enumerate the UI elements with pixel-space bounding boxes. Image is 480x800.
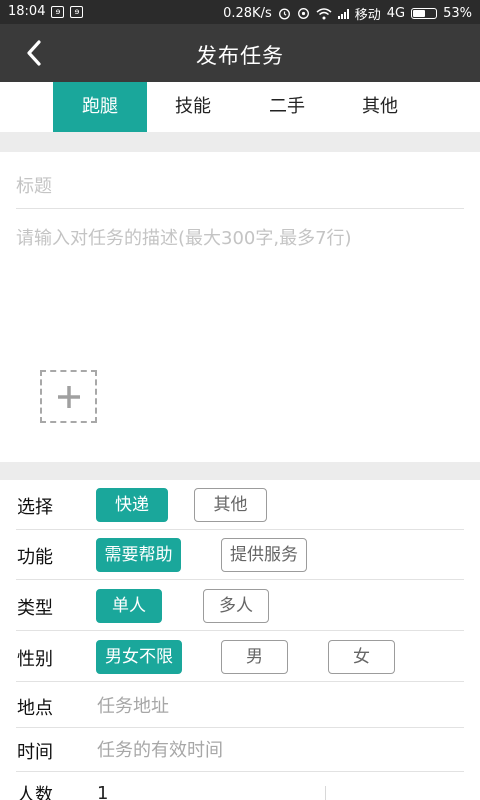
divider — [16, 681, 464, 682]
row-function: 功能 需要帮助 提供服务 — [0, 530, 480, 580]
location-input[interactable] — [97, 691, 457, 721]
row-label: 地点 — [17, 698, 53, 719]
sync-icon — [297, 8, 309, 19]
row-label: 选择 — [17, 497, 53, 518]
row-label: 功能 — [17, 547, 53, 568]
description-input[interactable] — [16, 224, 464, 344]
page-title: 发布任务 — [196, 44, 284, 68]
time-input[interactable] — [97, 735, 457, 765]
task-input-card — [0, 152, 480, 462]
row-label: 时间 — [17, 742, 53, 763]
option-express[interactable]: 快递 — [96, 488, 168, 522]
row-gender: 性别 男女不限 男 女 — [0, 632, 480, 682]
option-multiple[interactable]: 多人 — [203, 589, 269, 623]
alarm-icon — [278, 8, 290, 20]
battery-percent: 53% — [443, 6, 472, 21]
plus-icon — [57, 385, 80, 408]
carrier-name: 移动 — [354, 8, 381, 23]
option-any-gender[interactable]: 男女不限 — [96, 640, 182, 674]
tab-other[interactable]: 其他 — [333, 82, 427, 132]
notification-icon: ɘ — [70, 5, 84, 18]
option-need-help[interactable]: 需要帮助 — [96, 538, 181, 572]
category-tabs: 跑腿 技能 二手 其他 — [0, 82, 480, 132]
section-separator — [0, 462, 480, 480]
divider — [325, 786, 326, 800]
tab-errand[interactable]: 跑腿 — [53, 82, 147, 132]
notification-icon: ɘ — [51, 5, 65, 18]
option-male[interactable]: 男 — [221, 640, 288, 674]
option-female[interactable]: 女 — [328, 640, 395, 674]
wifi-icon — [316, 7, 332, 19]
status-left: 18:04 ɘ ɘ — [8, 4, 84, 19]
option-offer-service[interactable]: 提供服务 — [221, 538, 307, 572]
nav-bar: 发布任务 — [0, 24, 480, 82]
net-speed: 0.28K/s — [223, 6, 272, 21]
status-right: 0.28K/s 移动 4G 53% — [223, 4, 472, 23]
title-input[interactable] — [16, 166, 464, 206]
add-image-button[interactable] — [40, 370, 97, 423]
divider — [16, 630, 464, 631]
option-single[interactable]: 单人 — [96, 589, 162, 623]
count-input[interactable] — [97, 778, 297, 800]
row-count: 人数 — [0, 772, 480, 800]
tab-skill[interactable]: 技能 — [146, 82, 240, 132]
row-select: 选择 快递 其他 — [0, 480, 480, 530]
divider — [16, 579, 464, 580]
status-time: 18:04 — [8, 4, 46, 19]
row-label: 类型 — [17, 598, 53, 619]
row-time: 时间 — [0, 728, 480, 772]
battery-icon — [411, 8, 438, 19]
row-location: 地点 — [0, 683, 480, 728]
tab-secondhand[interactable]: 二手 — [240, 82, 334, 132]
row-label: 性别 — [17, 649, 53, 670]
row-label: 人数 — [17, 785, 53, 800]
network-type: 4G — [386, 6, 406, 21]
section-separator — [0, 132, 480, 152]
status-bar: 18:04 ɘ ɘ 0.28K/s 移动 4G 53% — [0, 0, 480, 24]
signal-icon — [337, 8, 349, 19]
row-type: 类型 单人 多人 — [0, 581, 480, 631]
divider — [16, 208, 464, 209]
option-other[interactable]: 其他 — [194, 488, 267, 522]
